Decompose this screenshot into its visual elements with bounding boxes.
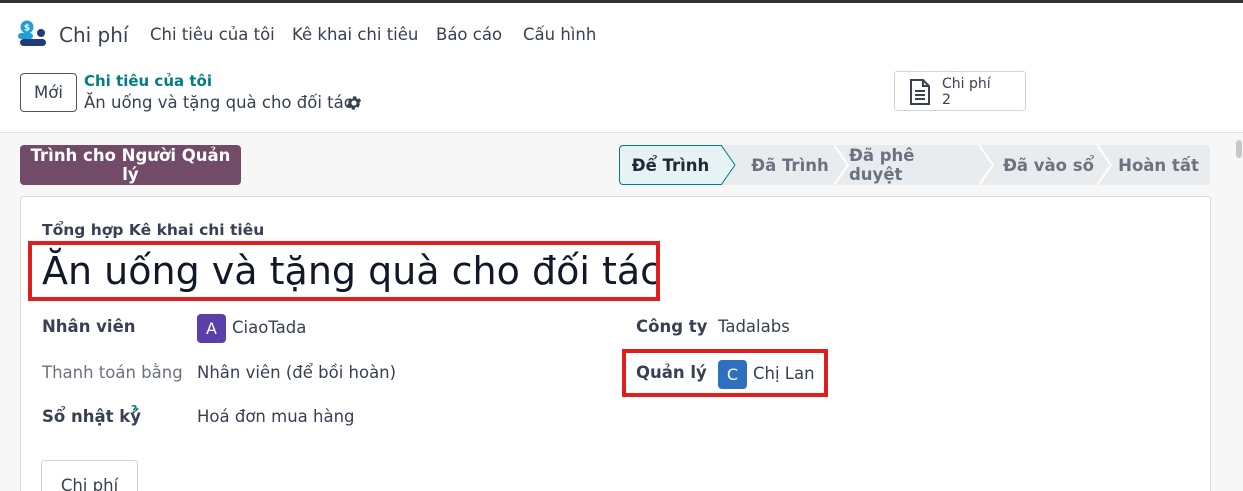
form-sheet: Tổng hợp Kê khai chi tiêu Ăn uống và tặn… — [20, 196, 1211, 491]
app-name[interactable]: Chi phí — [59, 23, 128, 47]
breadcrumb-parent[interactable]: Chi tiêu của tôi — [84, 72, 212, 90]
journal-label: Sổ nhật ký — [42, 407, 141, 426]
menu-reporting[interactable]: Báo cáo — [436, 25, 502, 44]
stage-posted[interactable]: Đã vào sổ — [995, 145, 1102, 185]
scrollbar[interactable] — [1236, 140, 1242, 158]
menu-expense-reports[interactable]: Kê khai chi tiêu — [292, 25, 418, 44]
stage-approved[interactable]: Đã phê duyệt — [849, 145, 969, 185]
journal-help-icon[interactable]: ? — [131, 403, 137, 416]
tab-expenses[interactable]: Chi phí — [41, 460, 138, 491]
stage-to-submit[interactable]: Để Trình — [619, 145, 722, 185]
stage-submitted[interactable]: Đã Trình — [737, 145, 843, 185]
gear-icon[interactable] — [345, 94, 363, 112]
new-button[interactable]: Mới — [20, 73, 77, 112]
payment-mode-field[interactable]: Nhân viên (để bồi hoàn) — [197, 363, 396, 382]
menu-my-expenses[interactable]: Chi tiêu của tôi — [150, 25, 275, 44]
menu-configuration[interactable]: Cấu hình — [523, 25, 596, 44]
status-bar: Để Trình Đã Trình Đã phê duyệt Đã vào sổ… — [619, 145, 1210, 185]
document-icon — [910, 79, 930, 105]
section-label: Tổng hợp Kê khai chi tiêu — [42, 221, 265, 239]
stage-done[interactable]: Hoàn tất — [1111, 145, 1206, 185]
highlight-box-title — [28, 241, 660, 301]
payment-mode-label: Thanh toán bằng — [42, 363, 183, 382]
smart-button-label: Chi phí — [942, 76, 991, 92]
expenses-smart-button[interactable]: Chi phí 2 — [894, 71, 1026, 111]
svg-text:$: $ — [24, 24, 30, 34]
submit-to-manager-button[interactable]: Trình cho Người Quản lý — [20, 145, 241, 185]
breadcrumb-current: Ăn uống và tặng quà cho đối tác — [84, 93, 353, 112]
employee-avatar: A — [197, 314, 226, 343]
control-panel: Mới Chi tiêu của tôi Ăn uống và tặng quà… — [0, 61, 1243, 133]
smart-button-count: 2 — [942, 92, 951, 108]
highlight-box-manager — [622, 349, 828, 397]
top-navbar: $ Chi phí Chi tiêu của tôi Kê khai chi t… — [0, 3, 1243, 61]
company-label: Công ty — [636, 317, 708, 336]
journal-field[interactable]: Hoá đơn mua hàng — [197, 407, 355, 426]
employee-label: Nhân viên — [42, 317, 136, 336]
employee-field[interactable]: CiaoTada — [232, 318, 306, 337]
company-field[interactable]: Tadalabs — [718, 317, 790, 336]
expenses-app-icon[interactable]: $ — [18, 20, 48, 48]
